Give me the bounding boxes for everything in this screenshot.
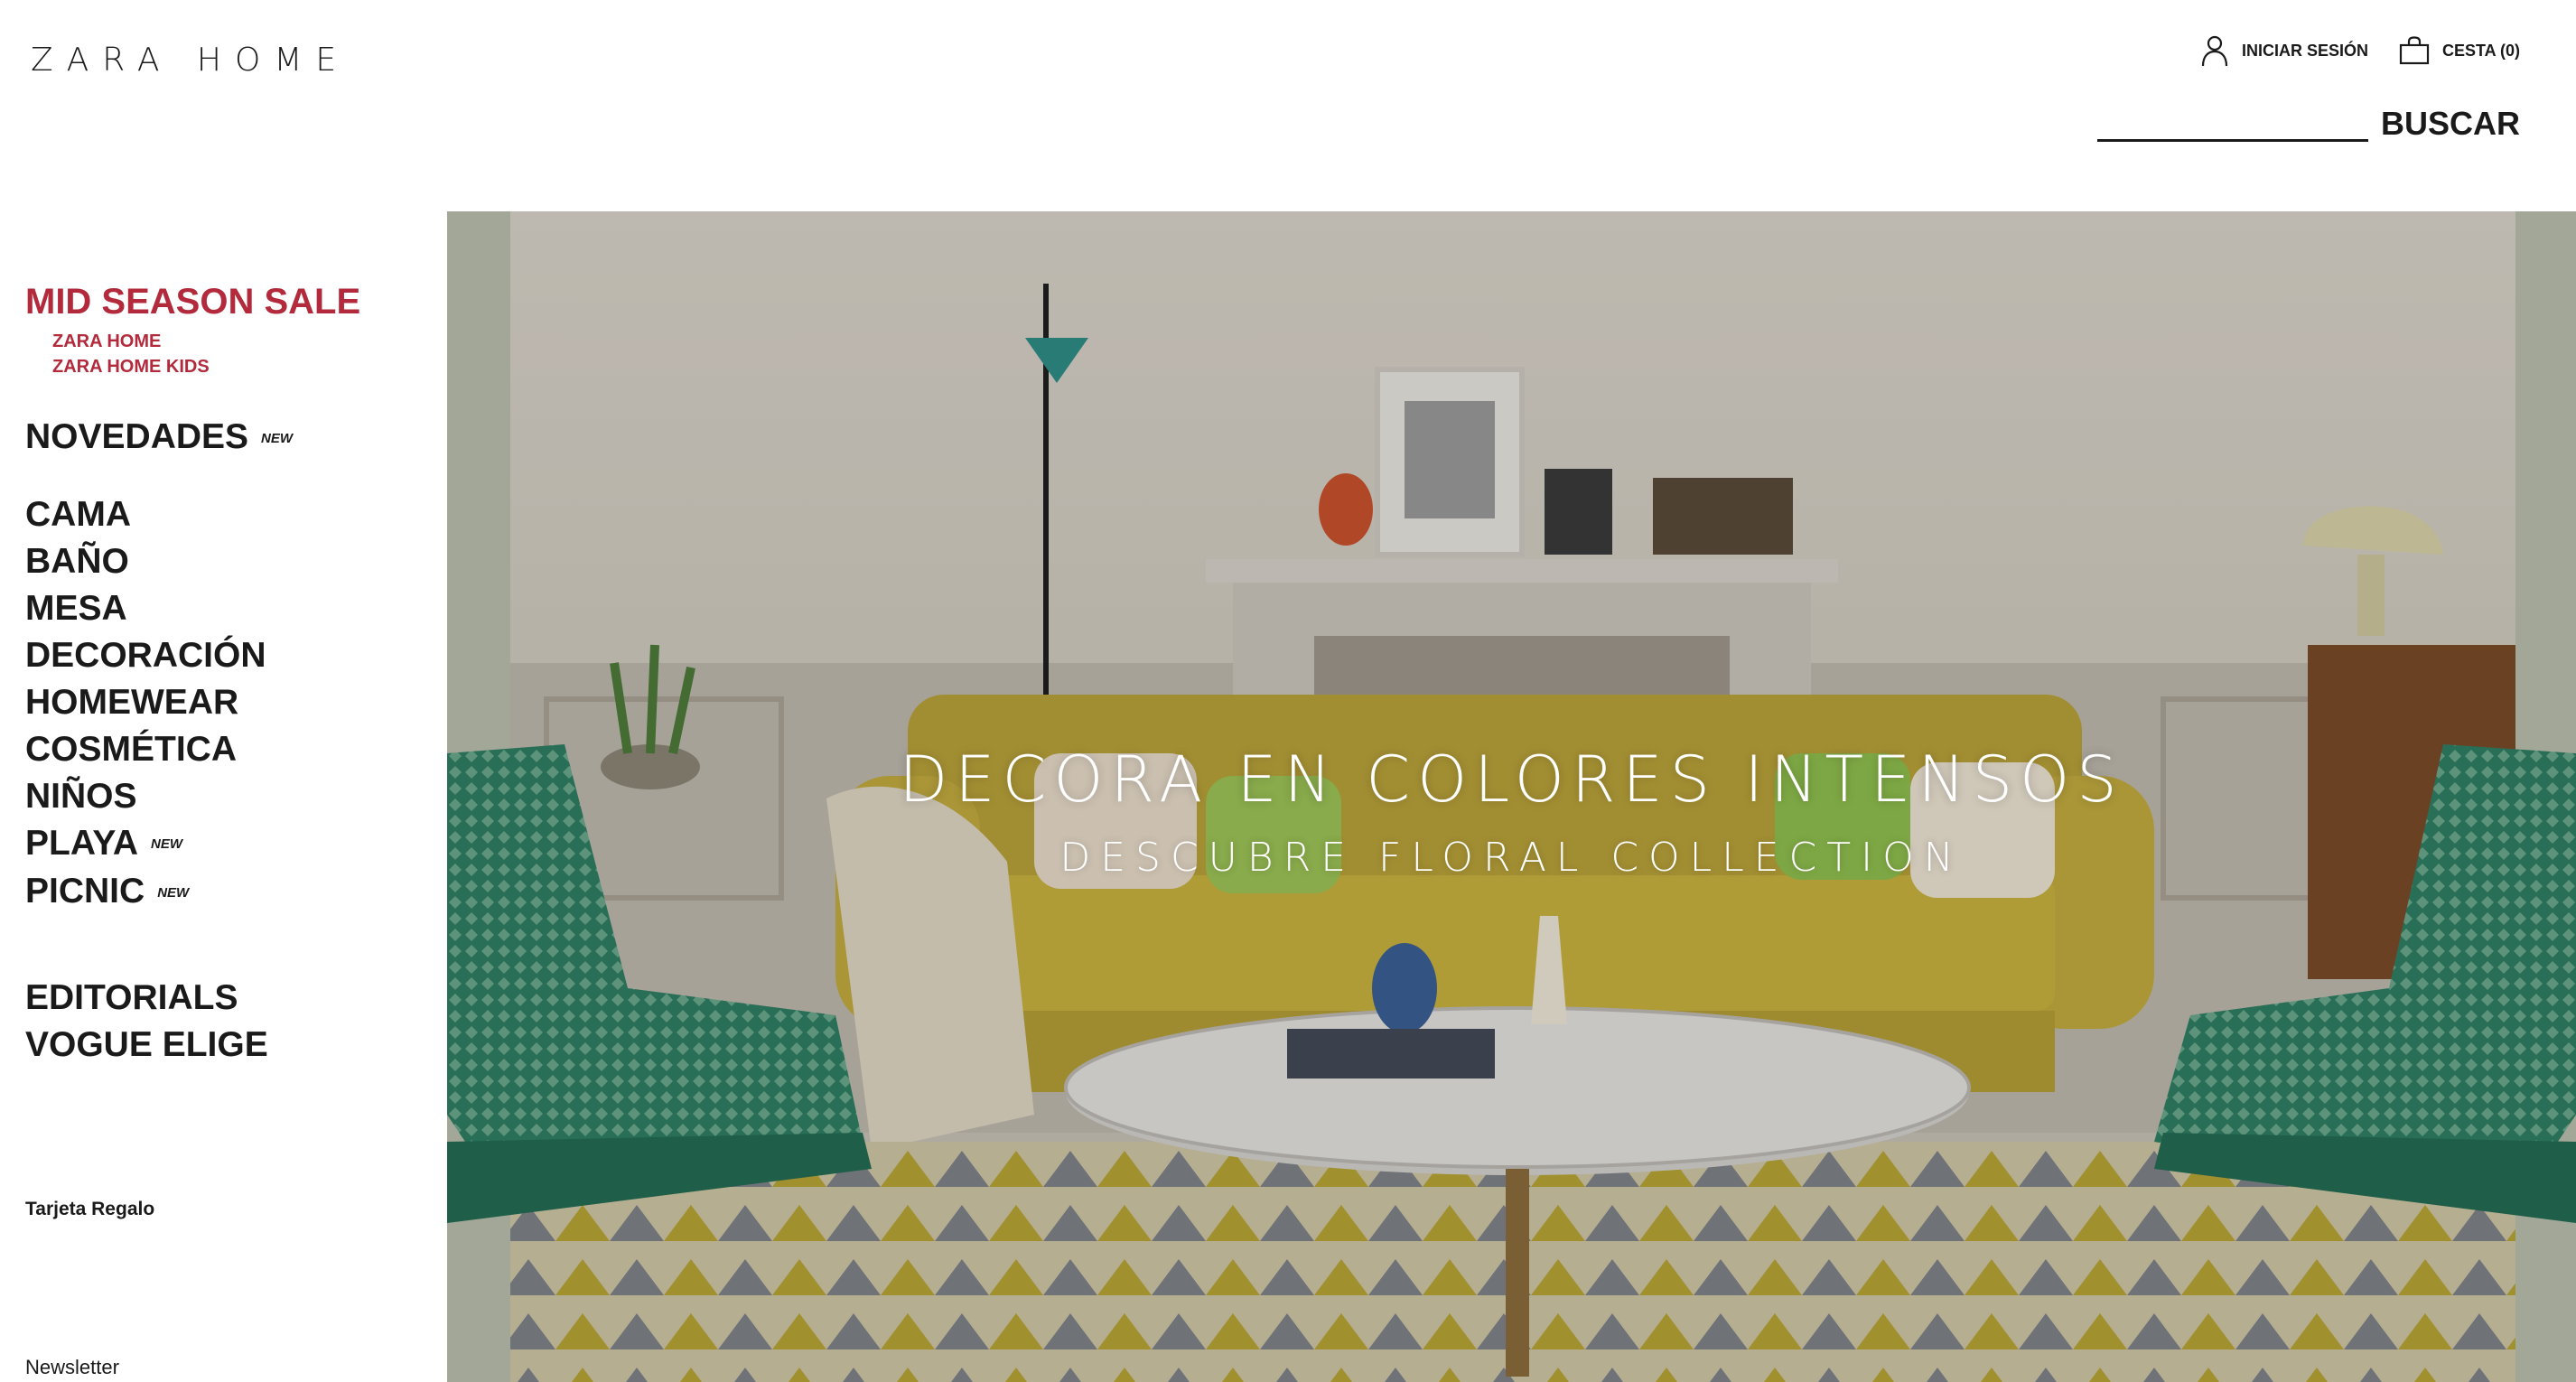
nav-item-label: NOVEDADES	[25, 417, 249, 456]
nav-item-ninos[interactable]: NIÑOS	[25, 773, 423, 820]
nav-item-label: PLAYA	[25, 823, 139, 863]
nav-item-bano[interactable]: BAÑO	[25, 538, 423, 585]
nav-item-label: COSMÉTICA	[25, 729, 237, 769]
search-button[interactable]: BUSCAR	[2381, 107, 2520, 142]
editorial-list: EDITORIALS VOGUE ELIGE	[25, 975, 423, 1069]
bag-icon	[2399, 36, 2430, 65]
cart-link[interactable]: CESTA (0)	[2399, 36, 2520, 65]
new-badge: NEW	[261, 430, 294, 446]
novedades-list: NOVEDADES NEW	[25, 414, 423, 462]
nav-item-playa[interactable]: PLAYA NEW	[25, 820, 423, 869]
nav-item-label: HOMEWEAR	[25, 682, 239, 722]
zara-home-logo[interactable]: ZARA HOME	[31, 42, 350, 79]
search-input[interactable]	[2096, 107, 2368, 142]
nav-item-mesa[interactable]: MESA	[25, 585, 423, 632]
nav-item-decoracion[interactable]: DECORACIÓN	[25, 632, 423, 679]
new-badge: NEW	[151, 836, 183, 853]
new-badge: NEW	[157, 885, 190, 901]
hero-subtitle[interactable]: DESCUBRE FLORAL COLLECTION	[447, 835, 2576, 881]
login-link[interactable]: INICIAR SESIÓN	[2200, 34, 2368, 67]
nav-item-label: MESA	[25, 588, 127, 628]
nav-item-cama[interactable]: CAMA	[25, 491, 423, 538]
nav-item-label: PICNIC	[25, 872, 145, 911]
sale-title-link[interactable]: MID SEASON SALE	[25, 280, 423, 323]
nav-item-label: VOGUE ELIGE	[25, 1025, 268, 1065]
nav-item-novedades[interactable]: NOVEDADES NEW	[25, 414, 423, 462]
login-label: INICIAR SESIÓN	[2241, 41, 2368, 60]
nav-item-label: CAMA	[25, 494, 131, 534]
nav-item-editorials[interactable]: EDITORIALS	[25, 975, 423, 1022]
hero-title: DECORA EN COLORES INTENSOS	[899, 742, 2124, 817]
nav-item-label: EDITORIALS	[25, 978, 238, 1018]
nav-item-label: BAÑO	[25, 541, 129, 581]
user-icon	[2200, 34, 2229, 67]
top-nav: INICIAR SESIÓN CESTA (0)	[2200, 34, 2520, 67]
nav-item-label: DECORACIÓN	[25, 635, 266, 675]
nav-item-vogue-elige[interactable]: VOGUE ELIGE	[25, 1022, 423, 1069]
nav-item-picnic[interactable]: PICNIC NEW	[25, 868, 423, 917]
newsletter-link[interactable]: Newsletter	[25, 1356, 423, 1379]
nav-item-label: NIÑOS	[25, 776, 137, 816]
gift-card-link[interactable]: Tarjeta Regalo	[25, 1199, 423, 1220]
cart-label: CESTA (0)	[2441, 41, 2520, 60]
sale-sublinks: ZARA HOME ZARA HOME KIDS	[52, 329, 423, 379]
category-sidebar: MID SEASON SALE ZARA HOME ZARA HOME KIDS…	[25, 280, 423, 1379]
hero-banner[interactable]: DECORA EN COLORES INTENSOS DESCUBRE FLOR…	[447, 211, 2576, 1382]
sale-link-zara-home-kids[interactable]: ZARA HOME KIDS	[52, 354, 423, 379]
search-bar: BUSCAR	[2096, 107, 2520, 142]
category-list: CAMA BAÑO MESA DECORACIÓN HOMEWEAR COSMÉ…	[25, 491, 423, 917]
sale-link-zara-home[interactable]: ZARA HOME	[52, 329, 423, 354]
nav-item-homewear[interactable]: HOMEWEAR	[25, 679, 423, 726]
nav-item-cosmetica[interactable]: COSMÉTICA	[25, 726, 423, 773]
